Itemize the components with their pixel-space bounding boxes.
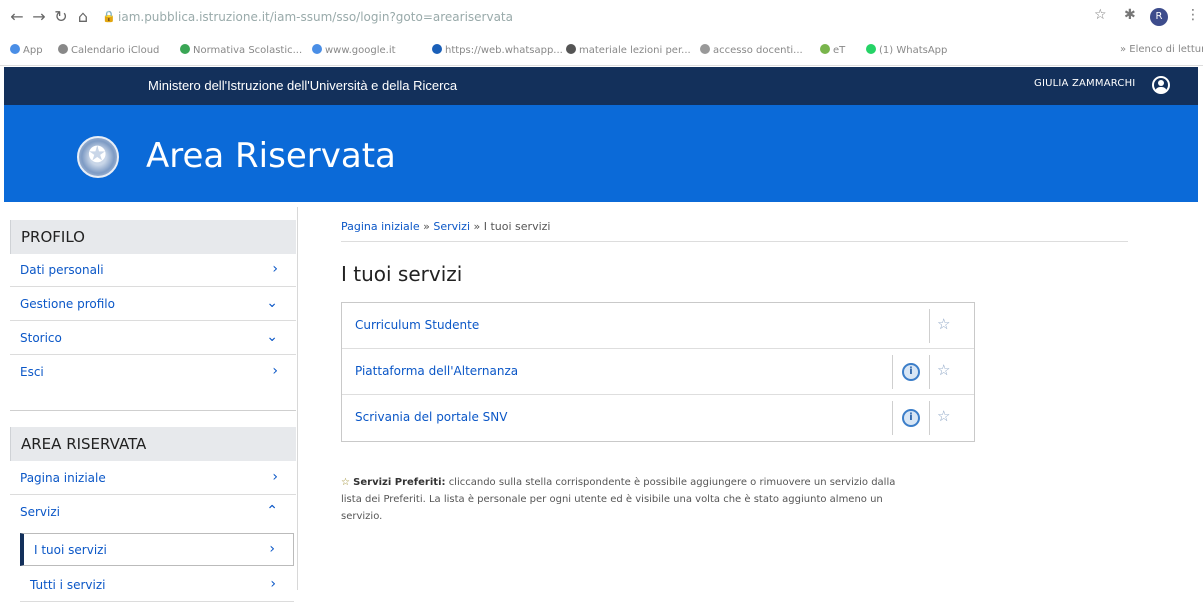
- ministry-title[interactable]: Ministero dell'Istruzione dell'Universit…: [148, 78, 457, 93]
- chevron-down-icon: ⌄: [266, 295, 278, 311]
- bookmark-apps[interactable]: App: [10, 44, 43, 56]
- browser-toolbar: ← → ↻ ⌂ 🔒 iam.pubblica.istruzione.it/iam…: [0, 0, 1203, 36]
- whatsapp-icon: [866, 44, 876, 54]
- note-label: Servizi Preferiti:: [353, 477, 446, 488]
- star-bookmark-icon[interactable]: ☆: [1094, 7, 1107, 23]
- service-row: Piattaforma dell'Alternanza i ☆: [342, 349, 974, 395]
- sidebar-divider: [10, 410, 296, 411]
- star-icon: ☆: [341, 477, 350, 488]
- forward-icon[interactable]: →: [30, 8, 48, 26]
- user-name[interactable]: GIULIA ZAMMARCHI: [1034, 78, 1135, 89]
- favorite-star-icon[interactable]: ☆: [937, 407, 950, 425]
- breadcrumb-home-link[interactable]: Pagina iniziale: [341, 220, 420, 233]
- site-icon: [820, 44, 830, 54]
- service-row: Curriculum Studente ☆: [342, 303, 974, 349]
- chevron-down-icon: ⌄: [266, 329, 278, 345]
- google-icon: [312, 44, 322, 54]
- sidebar-item-i-tuoi-servizi[interactable]: I tuoi servizi ›: [20, 533, 294, 566]
- reading-list[interactable]: » Elenco di lettura: [1120, 44, 1203, 55]
- apps-icon: [10, 44, 20, 54]
- apple-icon: [58, 44, 68, 54]
- service-link[interactable]: Piattaforma dell'Alternanza: [355, 364, 518, 378]
- bookmarks-bar: App Calendario iCloud Normativa Scolasti…: [0, 36, 1203, 66]
- row-separator: [892, 355, 893, 389]
- sidebar-item-dati-personali[interactable]: Dati personali ›: [10, 254, 296, 287]
- bookmark-item[interactable]: eT: [820, 44, 845, 56]
- sidebar-item-label: Servizi: [20, 505, 61, 519]
- sidebar-item-label: I tuoi servizi: [34, 543, 107, 557]
- sidebar-item-label: Pagina iniziale: [20, 471, 106, 485]
- favorite-star-icon[interactable]: ☆: [937, 361, 950, 379]
- sidebar-item-label: Storico: [20, 331, 62, 345]
- sidebar-section-area-riservata: AREA RISERVATA: [10, 427, 296, 461]
- breadcrumb: Pagina iniziale » Servizi » I tuoi servi…: [341, 220, 550, 233]
- sidebar-item-tutti-i-servizi[interactable]: Tutti i servizi ›: [20, 569, 294, 602]
- globe-icon: [566, 44, 576, 54]
- service-link[interactable]: Scrivania del portale SNV: [355, 410, 507, 424]
- chevron-right-icon: ›: [272, 469, 278, 485]
- republic-emblem-icon: ✪: [77, 136, 119, 178]
- lock-icon: 🔒: [102, 10, 116, 23]
- breadcrumb-current: I tuoi servizi: [483, 220, 551, 233]
- menu-icon[interactable]: ⋮: [1186, 7, 1200, 23]
- row-separator: [929, 401, 930, 435]
- info-icon[interactable]: i: [902, 363, 920, 381]
- sidebar-item-gestione-profilo[interactable]: Gestione profilo ⌄: [10, 288, 296, 321]
- site-title[interactable]: Area Riservata: [146, 136, 396, 176]
- row-separator: [892, 401, 893, 435]
- chevron-right-icon: ›: [272, 363, 278, 379]
- site-icon: [180, 44, 190, 54]
- services-list: Curriculum Studente ☆ Piattaforma dell'A…: [341, 302, 975, 442]
- address-bar[interactable]: 🔒 iam.pubblica.istruzione.it/iam-ssum/ss…: [100, 6, 1080, 28]
- site-banner: ✪ Area Riservata: [4, 105, 1198, 202]
- sidebar: PROFILO Dati personali › Gestione profil…: [6, 207, 298, 602]
- page-title: I tuoi servizi: [341, 262, 463, 286]
- sidebar-item-label: Esci: [20, 365, 44, 379]
- bookmark-item[interactable]: accesso docenti...: [700, 44, 803, 56]
- favorites-note: ☆ Servizi Preferiti: cliccando sulla ste…: [341, 474, 901, 525]
- chevron-right-icon: ›: [272, 261, 278, 277]
- sidebar-section-profilo: PROFILO: [10, 220, 296, 254]
- profile-avatar[interactable]: R: [1150, 8, 1168, 26]
- service-link[interactable]: Curriculum Studente: [355, 318, 479, 332]
- sidebar-item-storico[interactable]: Storico ⌄: [10, 322, 296, 355]
- home-icon[interactable]: ⌂: [74, 8, 92, 26]
- breadcrumb-divider: [341, 241, 1128, 242]
- site-icon: [700, 44, 710, 54]
- extensions-icon[interactable]: ✱: [1124, 7, 1136, 23]
- sidebar-item-label: Dati personali: [20, 263, 104, 277]
- bookmark-whatsapp[interactable]: (1) WhatsApp: [866, 44, 947, 56]
- bookmark-item[interactable]: Normativa Scolastic...: [180, 44, 302, 56]
- address-url: iam.pubblica.istruzione.it/iam-ssum/sso/…: [118, 10, 513, 24]
- service-row: Scrivania del portale SNV i ☆: [342, 395, 974, 441]
- sidebar-item-label: Gestione profilo: [20, 297, 115, 311]
- row-separator: [929, 355, 930, 389]
- breadcrumb-separator: »: [423, 220, 430, 233]
- bookmark-item[interactable]: Calendario iCloud: [58, 44, 159, 56]
- info-icon[interactable]: i: [902, 409, 920, 427]
- breadcrumb-separator: »: [473, 220, 481, 233]
- section-title: AREA RISERVATA: [21, 435, 147, 453]
- section-title: PROFILO: [21, 228, 85, 246]
- reload-icon[interactable]: ↻: [52, 8, 70, 26]
- sidebar-item-esci[interactable]: Esci ›: [10, 356, 296, 389]
- row-separator: [929, 309, 930, 343]
- breadcrumb-servizi-link[interactable]: Servizi: [433, 220, 470, 233]
- bookmark-item[interactable]: materiale lezioni per...: [566, 44, 691, 56]
- favorite-star-icon[interactable]: ☆: [937, 315, 950, 333]
- bookmark-item[interactable]: https://web.whatsapp...: [432, 44, 563, 56]
- bookmark-item[interactable]: www.google.it: [312, 44, 396, 56]
- site-icon: [432, 44, 442, 54]
- ministry-bar: Ministero dell'Istruzione dell'Universit…: [4, 67, 1198, 105]
- chevron-right-icon: ›: [269, 541, 275, 557]
- user-icon[interactable]: [1152, 76, 1170, 94]
- chevron-up-icon: ⌃: [266, 503, 278, 519]
- sidebar-item-pagina-iniziale[interactable]: Pagina iniziale ›: [10, 462, 296, 495]
- sidebar-item-servizi[interactable]: Servizi ⌃: [10, 496, 296, 529]
- back-icon[interactable]: ←: [8, 8, 26, 26]
